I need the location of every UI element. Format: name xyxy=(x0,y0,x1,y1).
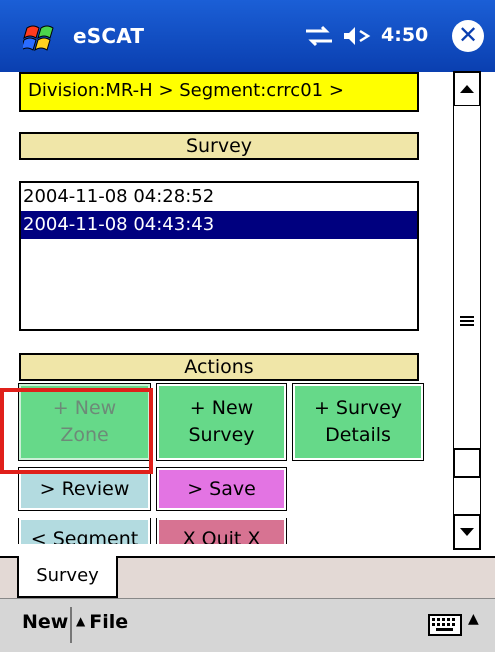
survey-details-button[interactable]: + Survey Details xyxy=(292,383,424,461)
close-icon: ✕ xyxy=(457,21,479,49)
list-item-selected[interactable]: 2004-11-08 04:43:43 xyxy=(21,211,417,239)
segment-button[interactable]: < Segment xyxy=(18,518,151,545)
title-bar: eSCAT 4:50 ✕ xyxy=(0,0,495,72)
quit-label: X Quit X xyxy=(182,527,261,545)
arrow-down-icon xyxy=(460,528,474,536)
file-menu-label: File xyxy=(89,611,129,633)
file-menu[interactable]: ▲ File xyxy=(76,611,128,633)
content-area: Division:MR-H > Segment:crrc01 > Survey … xyxy=(0,71,495,557)
clock[interactable]: 4:50 xyxy=(381,24,428,46)
save-label: > Save xyxy=(187,477,256,500)
survey-details-label: + Survey Details xyxy=(313,397,403,446)
new-survey-button[interactable]: + New Survey xyxy=(156,383,287,461)
survey-header: Survey xyxy=(19,132,419,160)
vertical-scrollbar[interactable] xyxy=(453,71,481,550)
quit-button[interactable]: X Quit X xyxy=(156,518,287,545)
caret-up-icon: ▲ xyxy=(76,614,86,628)
input-panel-caret-icon[interactable]: ▲ xyxy=(468,611,479,627)
scroll-grip-icon xyxy=(460,316,474,326)
new-survey-label: + New Survey xyxy=(188,397,255,446)
windows-start-icon[interactable] xyxy=(23,20,61,54)
actions-header: Actions xyxy=(19,353,419,381)
keyboard-icon[interactable] xyxy=(428,614,462,636)
scroll-track[interactable] xyxy=(454,106,480,479)
segment-label: < Segment xyxy=(30,527,139,545)
scroll-up-button[interactable] xyxy=(453,71,481,107)
tab-survey[interactable]: Survey xyxy=(17,556,118,598)
arrow-up-icon xyxy=(460,85,474,93)
sync-icon[interactable] xyxy=(304,25,334,47)
menu-separator xyxy=(70,607,72,643)
review-button[interactable]: > Review xyxy=(18,467,151,511)
save-button[interactable]: > Save xyxy=(156,467,287,511)
review-label: > Review xyxy=(39,477,130,500)
scroll-thumb[interactable] xyxy=(453,448,481,478)
new-zone-button[interactable]: + New Zone xyxy=(18,383,151,461)
scroll-down-button[interactable] xyxy=(453,514,481,550)
menu-bar: New ▲ File ▲ xyxy=(0,598,495,652)
new-zone-label: + New Zone xyxy=(52,397,117,446)
tab-strip: Survey xyxy=(0,556,495,598)
close-button[interactable]: ✕ xyxy=(452,20,484,52)
survey-list[interactable]: 2004-11-08 04:28:52 2004-11-08 04:43:43 xyxy=(19,181,419,331)
speaker-icon[interactable] xyxy=(341,24,373,48)
app-title: eSCAT xyxy=(73,24,145,48)
breadcrumb: Division:MR-H > Segment:crrc01 > xyxy=(19,72,419,112)
list-item[interactable]: 2004-11-08 04:28:52 xyxy=(21,183,417,211)
clipped-row: < Segment X Quit X xyxy=(0,518,452,544)
new-menu[interactable]: New xyxy=(22,611,68,633)
